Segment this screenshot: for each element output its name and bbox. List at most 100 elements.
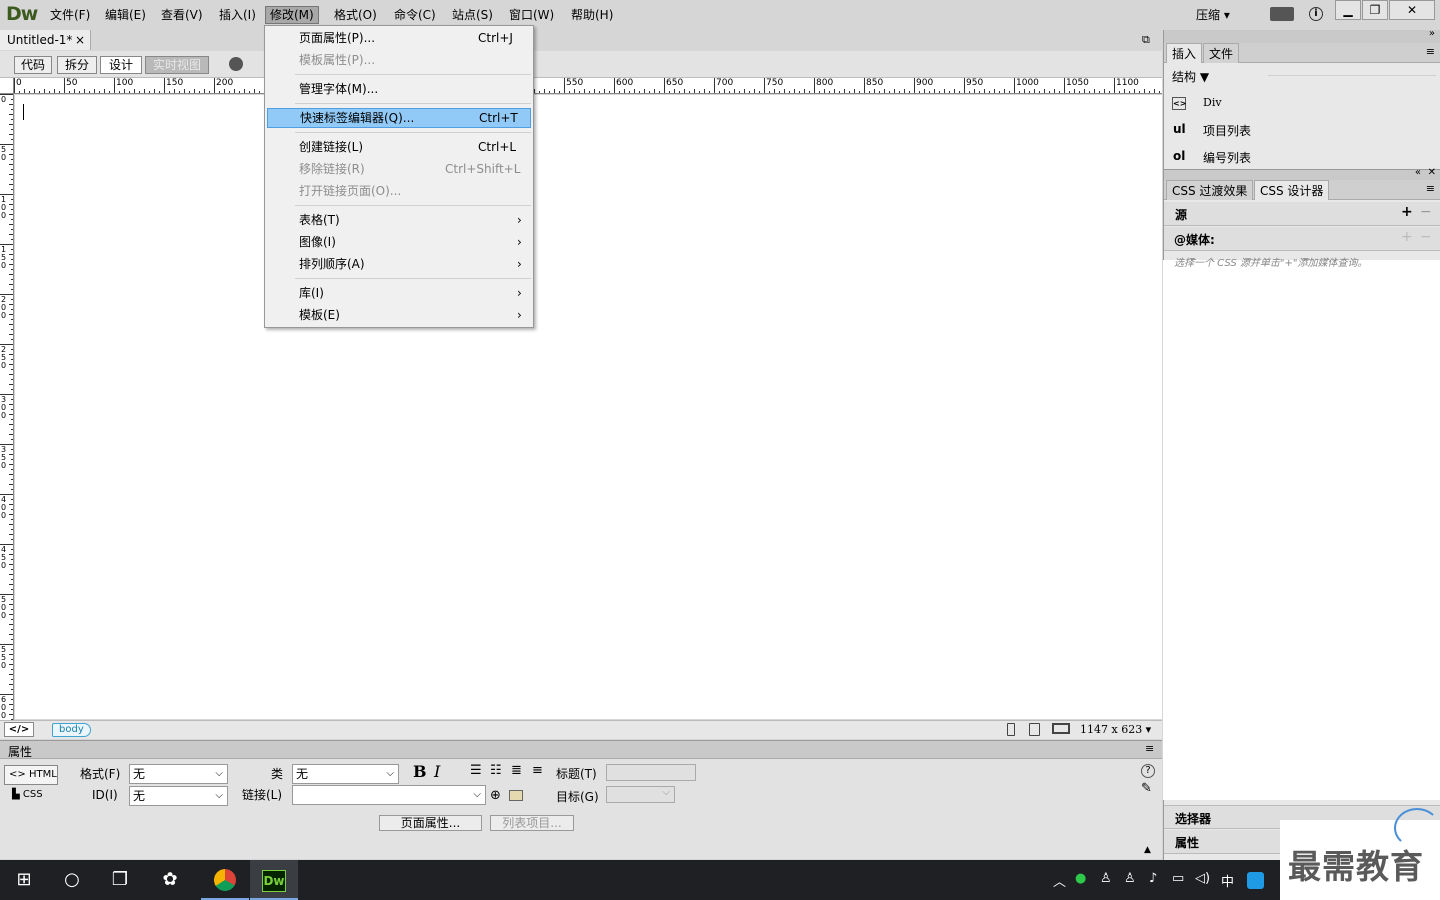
notification-icon[interactable]: ♪ (1149, 871, 1157, 886)
menu-insert[interactable]: 插入(I) (215, 6, 260, 24)
restore-icon[interactable]: ⧉ (1142, 33, 1150, 47)
panel-menu-icon[interactable]: ≡ (1426, 45, 1435, 58)
unordered-list-icon[interactable]: ☰ (470, 763, 482, 778)
close-icon[interactable]: ✕ (1428, 167, 1436, 178)
add-source-button[interactable]: + (1401, 204, 1413, 220)
split-view-button[interactable]: 拆分 (57, 56, 97, 74)
target-select[interactable]: ⌵ (606, 786, 675, 803)
collapse-icon[interactable]: « (1415, 167, 1421, 178)
outdent-icon[interactable]: ≣ (511, 763, 522, 778)
format-value: 无 (133, 767, 146, 781)
volume-icon[interactable]: ◁) (1195, 871, 1210, 886)
menu-commands[interactable]: 命令(C) (390, 6, 440, 24)
collapse-icon[interactable]: » (1429, 28, 1435, 39)
insert-category[interactable]: 结构 ▼ (1172, 68, 1209, 85)
chrome-icon[interactable] (201, 860, 249, 900)
remove-media-button[interactable]: − (1420, 229, 1432, 245)
class-select[interactable]: 无 ⌵ (292, 764, 399, 784)
code-view-button[interactable]: 代码 (14, 56, 52, 74)
code-tag-icon[interactable]: </> (4, 722, 34, 737)
ruler-origin[interactable] (0, 78, 14, 94)
quick-tag-edit-icon[interactable]: ✎ (1141, 781, 1152, 796)
title-input[interactable] (606, 764, 696, 781)
insert-item-div[interactable]: <> Div (1172, 95, 1222, 110)
close-icon[interactable]: × (75, 30, 85, 50)
tag-selector-body[interactable]: body (52, 723, 91, 737)
qq-icon[interactable]: ♙ (1100, 871, 1112, 886)
windows-start-icon[interactable]: ⊞ (0, 860, 48, 900)
menu-item-image[interactable]: 图像(I) › (267, 232, 531, 252)
tab-files[interactable]: 文件 (1203, 43, 1240, 63)
globe-icon[interactable] (229, 57, 243, 71)
menu-item-manage-fonts[interactable]: 管理字体(M)... (267, 79, 531, 99)
chevron-down-icon: ⌵ (215, 790, 223, 801)
wechat-icon[interactable]: ● (1075, 871, 1086, 886)
panel-menu-icon[interactable]: ≡ (1426, 182, 1435, 195)
menu-item-open-linked-page[interactable]: 打开链接页面(O)... (267, 181, 531, 201)
close-button[interactable]: ✕ (1389, 0, 1435, 20)
task-view-icon[interactable]: ❐ (96, 860, 144, 900)
minimize-button[interactable]: ▁ (1335, 0, 1361, 20)
tab-css-transitions[interactable]: CSS 过渡效果 (1166, 180, 1254, 200)
menu-window[interactable]: 窗口(W) (505, 6, 558, 24)
desktop-size-icon[interactable] (1052, 723, 1070, 734)
document-tab[interactable]: Untitled-1* × (0, 30, 91, 50)
list-item-button[interactable]: 列表项目... (490, 815, 574, 831)
italic-button[interactable]: I (434, 762, 440, 781)
menu-item-arrange[interactable]: 排列顺序(A) › (267, 254, 531, 274)
insert-item-ul[interactable]: ul 项目列表 (1173, 122, 1251, 138)
ime-indicator[interactable]: 中 (1221, 871, 1234, 890)
gear-icon[interactable] (1270, 7, 1294, 21)
remove-source-button[interactable]: − (1420, 204, 1432, 220)
mobile-size-icon[interactable] (1007, 723, 1015, 736)
workspace-switcher[interactable]: 压缩 ▾ (1196, 6, 1230, 23)
tab-css-designer[interactable]: CSS 设计器 (1254, 180, 1330, 200)
info-icon[interactable]: i (1309, 7, 1323, 21)
folder-icon[interactable] (509, 790, 523, 801)
add-media-button[interactable]: + (1401, 229, 1413, 245)
format-select[interactable]: 无 ⌵ (129, 764, 228, 784)
app-icon[interactable]: ✿ (146, 860, 194, 900)
menu-item-page-properties[interactable]: 页面属性(P)... Ctrl+J (267, 28, 531, 48)
ordered-list-icon[interactable]: ☷ (490, 763, 502, 778)
menu-view[interactable]: 查看(V) (157, 6, 207, 24)
qq-browser-icon[interactable] (1247, 872, 1264, 889)
design-view-button[interactable]: 设计 (100, 56, 142, 74)
menu-item-remove-link[interactable]: 移除链接(R) Ctrl+Shift+L (267, 159, 531, 179)
link-input[interactable]: ⌵ (292, 785, 486, 805)
bold-button[interactable]: B (413, 762, 427, 781)
help-icon[interactable]: ? (1141, 764, 1155, 778)
menu-edit[interactable]: 编辑(E) (101, 6, 150, 24)
menu-item-template-properties[interactable]: 模板属性(P)... (267, 50, 531, 70)
qq-icon[interactable]: ♙ (1124, 871, 1136, 886)
point-to-file-icon[interactable]: ⊕ (490, 788, 501, 803)
panel-menu-icon[interactable]: ≡ (1145, 742, 1154, 755)
id-select[interactable]: 无 ⌵ (129, 786, 228, 806)
menu-help[interactable]: 帮助(H) (567, 6, 617, 24)
indent-icon[interactable]: ≡ (532, 763, 543, 778)
menu-item-quick-tag-editor[interactable]: 快速标签编辑器(Q)... Ctrl+T (267, 108, 531, 128)
menu-file[interactable]: 文件(F) (46, 6, 94, 24)
menu-format[interactable]: 格式(O) (330, 6, 381, 24)
design-canvas[interactable] (15, 95, 1162, 719)
menu-site[interactable]: 站点(S) (448, 6, 497, 24)
menu-item-table[interactable]: 表格(T) › (267, 210, 531, 230)
html-mode-button[interactable]: <> HTML (4, 765, 58, 785)
css-mode-button[interactable]: ▙ CSS (12, 789, 43, 800)
menu-modify[interactable]: 修改(M) (265, 6, 319, 24)
menu-item-library[interactable]: 库(I) › (267, 283, 531, 303)
menu-item-make-link[interactable]: 创建链接(L) Ctrl+L (267, 137, 531, 157)
page-properties-button[interactable]: 页面属性... (379, 815, 482, 831)
menu-item-templates[interactable]: 模板(E) › (267, 305, 531, 325)
collapse-icon[interactable]: ▲ (1144, 845, 1151, 855)
window-size[interactable]: 1147 x 623 ▾ (1080, 723, 1151, 736)
network-icon[interactable]: ▭ (1172, 871, 1184, 886)
dreamweaver-taskbar-icon[interactable]: Dw (250, 860, 298, 900)
insert-item-ol[interactable]: ol 编号列表 (1173, 149, 1251, 165)
tab-insert[interactable]: 插入 (1166, 43, 1203, 63)
maximize-button[interactable]: ❐ (1362, 0, 1388, 20)
cortana-search-icon[interactable]: ○ (48, 860, 96, 900)
live-view-button[interactable]: 实时视图 (145, 56, 209, 74)
tablet-size-icon[interactable] (1029, 723, 1040, 736)
tray-expand-icon[interactable]: ︿ (1053, 871, 1066, 890)
